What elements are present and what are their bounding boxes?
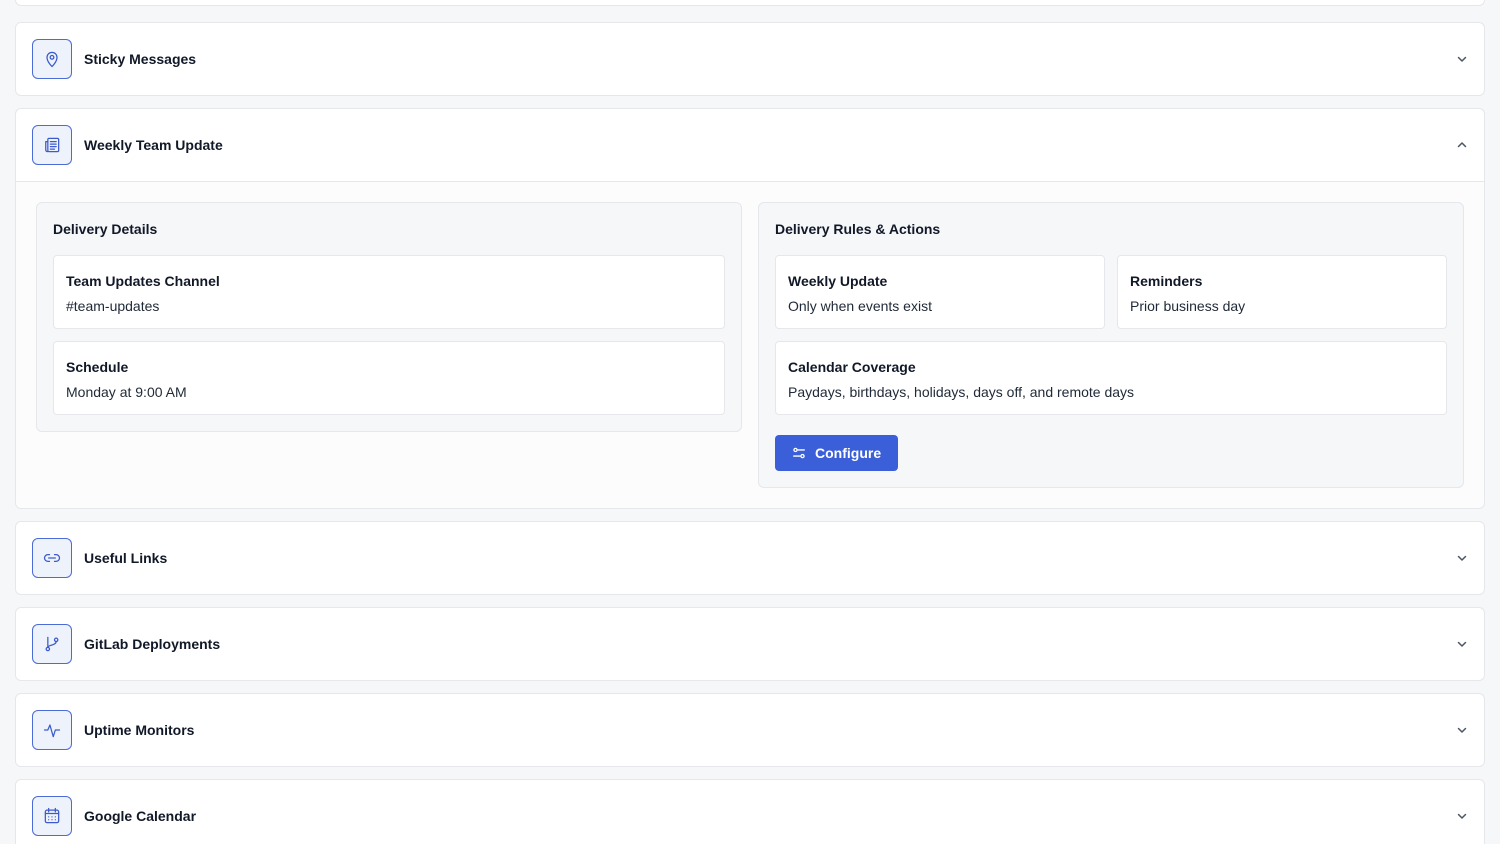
channel-card: Team Updates Channel #team-updates [53, 255, 725, 329]
pin-icon [32, 39, 72, 79]
link-icon [32, 538, 72, 578]
section-title: GitLab Deployments [84, 636, 221, 652]
section-header-weekly-team-update[interactable]: Weekly Team Update [16, 109, 1484, 181]
previous-section-edge [15, 0, 1485, 6]
section-weekly-team-update: Weekly Team Update Delivery Details Team… [15, 108, 1485, 509]
configure-label: Configure [815, 445, 882, 461]
section-header-gitlab-deployments[interactable]: GitLab Deployments [16, 608, 1484, 680]
card-label: Team Updates Channel [66, 273, 220, 289]
activity-icon [32, 710, 72, 750]
card-value: Prior business day [1130, 298, 1246, 314]
section-header-google-calendar[interactable]: Google Calendar [16, 780, 1484, 844]
section-google-calendar: Google Calendar [15, 779, 1485, 844]
chevron-up-icon[interactable] [1456, 139, 1468, 151]
panel-title: Delivery Details [53, 221, 158, 237]
card-label: Weekly Update [788, 273, 888, 289]
card-value: Paydays, birthdays, holidays, days off, … [788, 384, 1135, 400]
section-header-useful-links[interactable]: Useful Links [16, 522, 1484, 594]
delivery-rules-panel: Delivery Rules & Actions Weekly Update O… [758, 202, 1464, 488]
section-gitlab-deployments: GitLab Deployments [15, 607, 1485, 681]
calendar-icon [32, 796, 72, 836]
panel-title: Delivery Rules & Actions [775, 221, 941, 237]
card-value: #team-updates [66, 298, 160, 314]
card-label: Reminders [1130, 273, 1203, 289]
section-uptime-monitors: Uptime Monitors [15, 693, 1485, 767]
chevron-down-icon[interactable] [1456, 552, 1468, 564]
schedule-card: Schedule Monday at 9:00 AM [53, 341, 725, 415]
section-title: Sticky Messages [84, 51, 197, 67]
section-header-uptime-monitors[interactable]: Uptime Monitors [16, 694, 1484, 766]
chevron-down-icon[interactable] [1456, 638, 1468, 650]
delivery-details-panel: Delivery Details Team Updates Channel #t… [36, 202, 742, 432]
chevron-down-icon[interactable] [1456, 810, 1468, 822]
sliders-icon [793, 447, 805, 459]
card-label: Schedule [66, 359, 129, 375]
section-content: Delivery Details Team Updates Channel #t… [16, 181, 1484, 508]
chevron-down-icon[interactable] [1456, 724, 1468, 736]
card-label: Calendar Coverage [788, 359, 916, 375]
section-useful-links: Useful Links [15, 521, 1485, 595]
chevron-down-icon[interactable] [1456, 53, 1468, 65]
weekly-update-card: Weekly Update Only when events exist [775, 255, 1105, 329]
calendar-coverage-card: Calendar Coverage Paydays, birthdays, ho… [775, 341, 1447, 415]
configure-button[interactable]: Configure [775, 435, 898, 471]
section-title: Useful Links [84, 550, 168, 566]
newspaper-icon [32, 125, 72, 165]
section-header-sticky-messages[interactable]: Sticky Messages [16, 23, 1484, 95]
section-title: Google Calendar [84, 808, 197, 824]
section-title: Uptime Monitors [84, 722, 195, 738]
section-title: Weekly Team Update [84, 137, 223, 153]
card-value: Monday at 9:00 AM [66, 384, 187, 400]
section-sticky-messages: Sticky Messages [15, 22, 1485, 96]
reminders-card: Reminders Prior business day [1117, 255, 1447, 329]
git-branch-icon [32, 624, 72, 664]
card-value: Only when events exist [788, 298, 932, 314]
